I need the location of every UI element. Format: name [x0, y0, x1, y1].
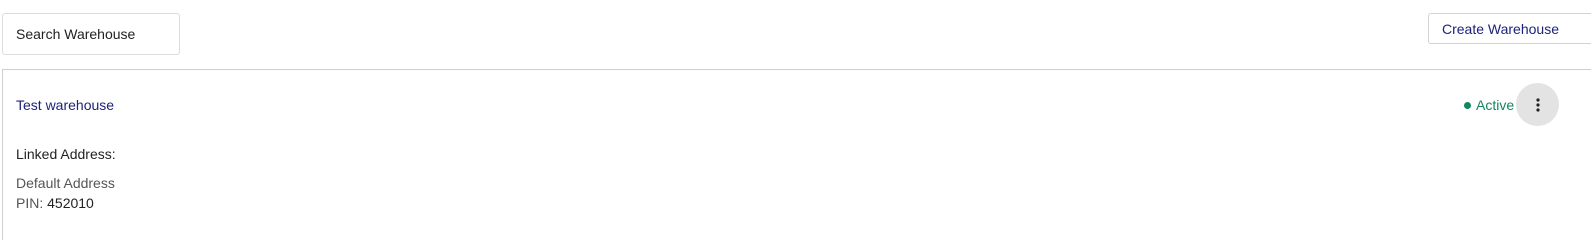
status-badge: Active [1464, 97, 1514, 113]
vertical-dots-icon [1535, 97, 1540, 112]
address-name: Default Address [16, 175, 115, 191]
linked-address-label: Linked Address: [16, 146, 116, 162]
more-options-button[interactable] [1516, 83, 1559, 126]
warehouse-name-link[interactable]: Test warehouse [16, 97, 114, 113]
dot-icon [1464, 102, 1471, 109]
status-label: Active [1476, 97, 1515, 113]
create-warehouse-button[interactable]: Create Warehouse [1428, 13, 1591, 44]
pin-label: PIN: [16, 195, 44, 211]
pin-value: 452010 [47, 195, 94, 211]
search-input[interactable] [3, 14, 179, 54]
warehouse-card: Test warehouse Active Linked Address: De… [2, 69, 1591, 240]
search-box[interactable] [2, 13, 180, 55]
pin-line: PIN: 452010 [16, 195, 94, 211]
warehouse-page: Create Warehouse Test warehouse Active L… [0, 0, 1591, 240]
